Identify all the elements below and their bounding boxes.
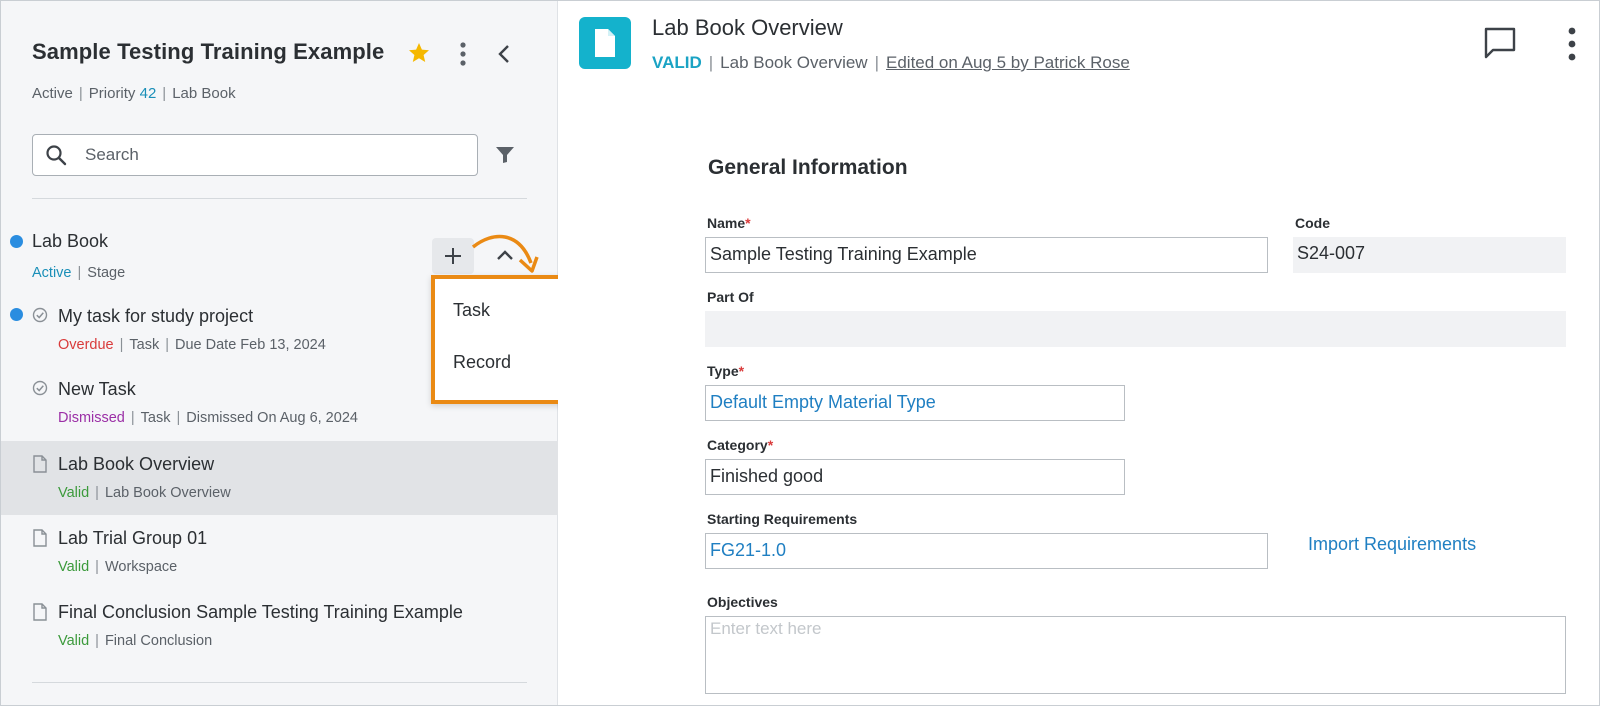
item-meta: Dismissed | Task | Dismissed On Aug 6, 2024 [58, 410, 358, 426]
item-detail: Due Date Feb 13, 2024 [175, 337, 326, 353]
item-meta: Valid | Lab Book Overview [58, 485, 231, 501]
part-of-field [705, 311, 1566, 347]
import-requirements-link[interactable]: Import Requirements [1308, 534, 1476, 555]
objectives-label: Objectives [707, 594, 778, 610]
category-label: Category* [707, 437, 774, 453]
main-panel: Lab Book Overview VALID | Lab Book Overvie… [558, 1, 1599, 705]
tree-item-record[interactable]: Final Conclusion Sample Testing Training… [1, 589, 558, 661]
item-title: My task for study project [58, 306, 254, 326]
search-input[interactable] [85, 135, 465, 175]
menu-item-label: Record [453, 352, 512, 372]
project-type: Lab Book [172, 85, 236, 102]
item-type: Lab Book Overview [104, 485, 231, 501]
item-status: Valid [58, 633, 90, 649]
record-type: Lab Book Overview [720, 53, 868, 72]
tree-item-record[interactable]: Lab Trial Group 01 Valid | Workspace [1, 515, 558, 587]
record-status-line: VALID | Lab Book Overview | Edited on Aug 5 … [652, 53, 1130, 72]
priority-label: Priority [88, 85, 136, 102]
tree-item-record-selected[interactable]: Lab Book Overview Valid | Lab Book Overvie… [1, 441, 558, 515]
sidebar: Sample Testing Training Example Active | P… [1, 1, 611, 705]
document-icon [33, 529, 47, 547]
project-title: Sample Testing Training Example [32, 39, 385, 64]
app-window: Sample Testing Training Example Active | P… [0, 0, 1600, 706]
item-type: Final Conclusion [104, 633, 213, 649]
item-title: Final Conclusion Sample Testing Training… [58, 602, 463, 622]
unread-dot [10, 308, 23, 321]
project-status: Active [32, 85, 73, 102]
divider [32, 682, 527, 683]
page-title: Lab Book Overview [652, 15, 843, 40]
unread-dot [10, 235, 23, 248]
group-status: Active [32, 265, 72, 281]
status-badge: VALID [652, 53, 702, 72]
document-icon [595, 29, 615, 57]
type-field[interactable]: Default Empty Material Type [705, 385, 1125, 421]
item-title: New Task [58, 379, 136, 399]
search-icon [46, 145, 67, 166]
search-box[interactable] [32, 134, 478, 176]
starting-requirements-label: Starting Requirements [707, 511, 858, 527]
group-title: Lab Book [32, 231, 109, 251]
item-meta: Overdue | Task | Due Date Feb 13, 2024 [58, 337, 326, 353]
type-label: Type* [707, 363, 745, 379]
document-type-icon [579, 17, 631, 69]
item-status: Dismissed [58, 410, 125, 426]
annotation-arrow-icon [471, 234, 539, 273]
divider [32, 198, 527, 199]
name-label: Name* [707, 215, 751, 231]
item-status: Overdue [58, 337, 114, 353]
name-field[interactable]: Sample Testing Training Example [705, 237, 1268, 273]
item-meta: Valid | Final Conclusion [58, 633, 213, 649]
comment-icon[interactable] [1483, 26, 1517, 60]
item-title: Lab Book Overview [58, 454, 215, 474]
document-icon [33, 455, 47, 473]
section-title: General Information [708, 156, 908, 179]
code-field: S24-007 [1293, 237, 1566, 273]
item-type: Workspace [104, 559, 178, 575]
more-options-icon[interactable] [1564, 26, 1580, 62]
part-of-label: Part Of [707, 289, 754, 305]
document-icon [33, 603, 47, 621]
item-detail: Dismissed On Aug 6, 2024 [186, 410, 358, 426]
category-field[interactable]: Finished good [705, 459, 1125, 495]
code-label: Code [1295, 215, 1330, 231]
project-meta: Active | Priority 42 | Lab Book [32, 85, 236, 102]
more-options-icon[interactable] [453, 41, 473, 67]
group-type: Stage [87, 265, 126, 281]
item-status: Valid [58, 559, 90, 575]
priority-value: 42 [139, 85, 157, 102]
group-meta: Active | Stage [32, 265, 126, 281]
menu-item-label: Task [453, 300, 491, 320]
item-status: Valid [58, 485, 90, 501]
item-title: Lab Trial Group 01 [58, 528, 208, 548]
star-icon[interactable] [407, 41, 431, 65]
item-type: Task [140, 410, 171, 426]
plus-icon [445, 248, 461, 264]
filter-icon[interactable] [495, 146, 515, 164]
chevron-left-icon[interactable] [495, 42, 515, 66]
task-check-icon [32, 380, 48, 396]
item-type: Task [129, 337, 160, 353]
starting-requirements-field[interactable]: FG21-1.0 [705, 533, 1268, 569]
item-meta: Valid | Workspace [58, 559, 178, 575]
add-button[interactable] [432, 238, 474, 274]
edited-history-link[interactable]: Edited on Aug 5 by Patrick Rose [886, 53, 1130, 72]
objectives-textarea[interactable]: Enter text here [705, 616, 1566, 694]
task-check-icon [32, 307, 48, 323]
